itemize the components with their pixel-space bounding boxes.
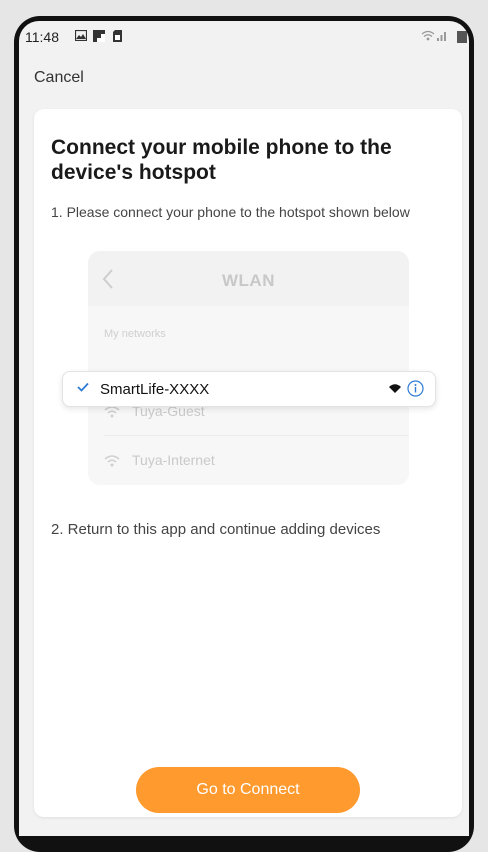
- battery-icon: [457, 31, 467, 43]
- check-icon: [77, 382, 89, 392]
- wifi-icon: [389, 384, 401, 393]
- wifi-icon: [104, 406, 120, 418]
- my-networks-label: My networks: [104, 328, 166, 340]
- wlan-illustration: WLAN My networks Tuya-Guest Tuya-Interne…: [88, 251, 409, 485]
- network-name: SmartLife-XXXX: [100, 381, 210, 398]
- selected-network-row: SmartLife-XXXX: [62, 371, 436, 407]
- instruction-card: Connect your mobile phone to the device'…: [34, 109, 462, 817]
- wifi-icon: [421, 30, 435, 41]
- sim-icon: [113, 30, 122, 42]
- wifi-icon: [104, 455, 120, 467]
- screen: 11:48 Cancel Connect your mobile phone t…: [19, 21, 469, 836]
- status-bar: 11:48: [19, 21, 469, 51]
- page-title: Connect your mobile phone to the device'…: [51, 136, 392, 184]
- divider: [104, 435, 409, 436]
- image-icon: [75, 30, 87, 41]
- step-2-text: 2. Return to this app and continue addin…: [51, 521, 381, 538]
- cancel-button[interactable]: Cancel: [34, 69, 84, 87]
- illustration-header: WLAN: [88, 251, 409, 306]
- status-time: 11:48: [25, 29, 59, 45]
- illustration-title: WLAN: [222, 271, 275, 290]
- go-to-connect-button[interactable]: Go to Connect: [136, 767, 360, 813]
- signal-icon: [437, 32, 446, 41]
- info-icon: [407, 380, 424, 397]
- flipboard-icon: [93, 30, 105, 42]
- network-name: Tuya-Internet: [132, 452, 215, 468]
- step-1-text: 1. Please connect your phone to the hots…: [51, 204, 410, 220]
